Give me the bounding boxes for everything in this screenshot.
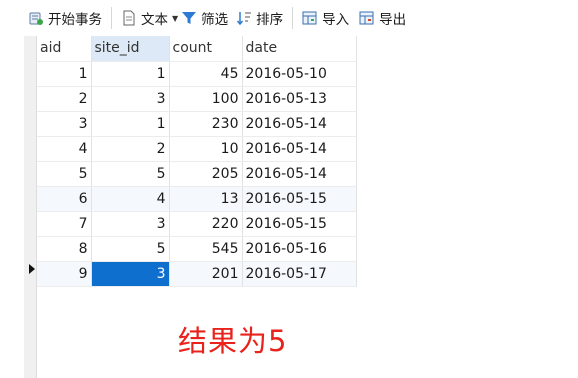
cell-date[interactable]: 2016-05-17 [242,261,357,287]
table-row[interactable]: 1 1 45 2016-05-10 [37,61,357,87]
cell-aid[interactable]: 9 [37,261,92,287]
toolbar: 开始事务 文本 ▼ 筛选 排序 导入 导出 [0,0,578,36]
import-button[interactable]: 导入 [302,6,349,30]
sort-label: 排序 [256,12,284,28]
import-icon [302,10,318,26]
cell-date[interactable]: 2016-05-13 [242,86,357,112]
sort-icon [236,10,252,26]
export-icon [359,10,375,26]
cell-aid[interactable]: 1 [37,61,92,87]
cell-count[interactable]: 545 [169,236,243,262]
column-header-date[interactable]: date [242,36,357,62]
table-row[interactable]: 6 4 13 2016-05-15 [37,186,357,212]
cell-site-id[interactable]: 3 [91,211,170,237]
cell-date[interactable]: 2016-05-14 [242,136,357,162]
text-label: 文本 [141,12,168,28]
row-indicator-gutter [24,36,37,378]
cell-date[interactable]: 2016-05-14 [242,111,357,137]
table-row[interactable]: 8 5 545 2016-05-16 [37,236,357,262]
cell-aid[interactable]: 3 [37,111,92,137]
result-annotation: 结果为5 [178,324,288,358]
cell-aid[interactable]: 6 [37,186,92,212]
cell-site-id[interactable]: 3 [91,86,170,112]
filter-icon [181,10,197,26]
export-button[interactable]: 导出 [359,6,406,30]
cell-date[interactable]: 2016-05-16 [242,236,357,262]
table-row[interactable]: 5 5 205 2016-05-14 [37,161,357,187]
column-header-site-id[interactable]: site_id [91,36,170,62]
cell-date[interactable]: 2016-05-14 [242,161,357,187]
cell-count[interactable]: 201 [169,261,243,287]
column-header-aid[interactable]: aid [37,36,92,62]
cell-site-id[interactable]: 5 [91,161,170,187]
sort-button[interactable]: 排序 [236,6,283,30]
transaction-icon [28,10,44,26]
chevron-down-icon[interactable]: ▼ [172,14,178,23]
data-grid: aid site_id count date 1 1 45 2016-05-10… [37,36,357,287]
cell-aid[interactable]: 2 [37,86,92,112]
filter-label: 筛选 [201,12,229,28]
column-header-count[interactable]: count [169,36,243,62]
text-button[interactable]: 文本 ▼ [121,6,181,30]
cell-count[interactable]: 230 [169,111,243,137]
cell-date[interactable]: 2016-05-15 [242,211,357,237]
begin-transaction-button[interactable]: 开始事务 [28,6,102,30]
cell-count[interactable]: 10 [169,136,243,162]
toolbar-divider [292,7,294,29]
current-row-arrow-icon [29,264,35,274]
cell-date[interactable]: 2016-05-15 [242,186,357,212]
table-row[interactable]: 4 2 10 2016-05-14 [37,136,357,162]
toolbar-divider [111,7,112,29]
cell-aid[interactable]: 4 [37,136,92,162]
cell-aid[interactable]: 5 [37,161,92,187]
cell-site-id[interactable]: 1 [91,61,170,87]
cell-site-id[interactable]: 1 [91,111,170,137]
document-icon [121,10,137,26]
cell-count[interactable]: 100 [169,86,243,112]
cell-count[interactable]: 205 [169,161,243,187]
table-row[interactable]: 3 1 230 2016-05-14 [37,111,357,137]
table-row[interactable]: 7 3 220 2016-05-15 [37,211,357,237]
cell-count[interactable]: 220 [169,211,243,237]
import-label: 导入 [322,12,350,28]
begin-transaction-label: 开始事务 [48,12,102,28]
filter-button[interactable]: 筛选 [181,6,228,30]
cell-date[interactable]: 2016-05-10 [242,61,357,87]
cell-aid[interactable]: 8 [37,236,92,262]
cell-site-id-selected[interactable]: 3 [91,261,170,287]
cell-site-id[interactable]: 5 [91,236,170,262]
header-row: aid site_id count date [37,36,357,62]
table-row[interactable]: 2 3 100 2016-05-13 [37,86,357,112]
cell-count[interactable]: 13 [169,186,243,212]
cell-site-id[interactable]: 4 [91,186,170,212]
table-row[interactable]: 9 3 201 2016-05-17 [37,261,357,287]
export-label: 导出 [379,12,407,28]
cell-site-id[interactable]: 2 [91,136,170,162]
cell-count[interactable]: 45 [169,61,243,87]
cell-aid[interactable]: 7 [37,211,92,237]
